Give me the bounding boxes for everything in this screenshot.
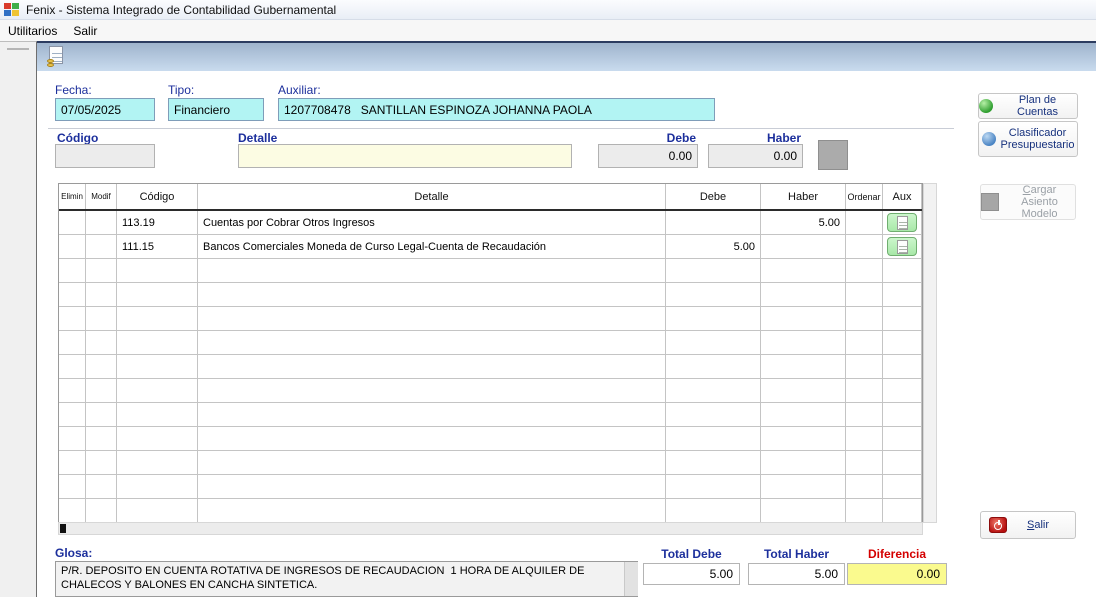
codigo-entry-input[interactable]	[55, 144, 155, 168]
auxiliar-input[interactable]: 1207708478 SANTILLAN ESPINOZA JOHANNA PA…	[278, 98, 715, 121]
table-row[interactable]: 113.19 Cuentas por Cobrar Otros Ingresos…	[59, 211, 922, 235]
title-bar: Fenix - Sistema Integrado de Contabilida…	[0, 0, 1096, 20]
debe-entry-input[interactable]: 0.00	[598, 144, 698, 168]
table-row[interactable]	[59, 379, 922, 403]
col-codigo[interactable]: Código	[117, 184, 198, 209]
table-row[interactable]	[59, 355, 922, 379]
col-haber[interactable]: Haber	[761, 184, 846, 209]
glosa-label: Glosa:	[55, 546, 93, 560]
detalle-entry-label: Detalle	[238, 131, 278, 145]
fecha-label: Fecha:	[55, 83, 92, 97]
table-row[interactable]	[59, 331, 922, 355]
table-row[interactable]	[59, 283, 922, 307]
clasificador-presupuestario-button[interactable]: Clasificador Presupuestario	[978, 121, 1078, 157]
table-row[interactable]	[59, 499, 922, 523]
total-debe-label: Total Debe	[661, 547, 722, 561]
cell-haber: 5.00	[761, 211, 846, 234]
col-aux[interactable]: Aux	[883, 184, 922, 209]
haber-entry-label: Haber	[766, 131, 801, 145]
col-modif[interactable]: Modif	[86, 184, 117, 209]
total-haber-field: 5.00	[748, 563, 845, 585]
table-row[interactable]	[59, 475, 922, 499]
table-header-row: Elimin Modif Código Detalle Debe Haber O…	[59, 184, 922, 211]
app-window: Fenix - Sistema Integrado de Contabilida…	[0, 0, 1096, 597]
left-panel[interactable]	[0, 41, 37, 597]
cell-detalle: Bancos Comerciales Moneda de Curso Legal…	[198, 235, 666, 258]
menu-salir[interactable]: Salir	[65, 22, 105, 40]
toolbar	[37, 41, 1096, 71]
notepad-icon	[896, 239, 908, 254]
diferencia-field: 0.00	[847, 563, 947, 585]
green-sphere-icon	[979, 99, 993, 113]
table-vertical-scrollbar[interactable]	[923, 183, 937, 523]
col-detalle[interactable]: Detalle	[198, 184, 666, 209]
blue-sphere-icon	[981, 132, 996, 146]
cell-detalle: Cuentas por Cobrar Otros Ingresos	[198, 211, 666, 234]
menu-utilitarios[interactable]: Utilitarios	[0, 22, 65, 40]
table-horizontal-scrollbar[interactable]	[58, 522, 923, 535]
salir-button[interactable]: Salir	[980, 511, 1076, 539]
codigo-entry-label: Código	[57, 131, 99, 145]
table-row[interactable]	[59, 427, 922, 451]
fecha-input[interactable]: 07/05/2025	[55, 98, 155, 121]
col-debe[interactable]: Debe	[666, 184, 761, 209]
table-row[interactable]	[59, 259, 922, 283]
notepad-icon	[896, 215, 908, 230]
cell-codigo: 111.15	[117, 235, 198, 258]
glosa-textarea[interactable]: P/R. DEPOSITO EN CUENTA ROTATIVA DE INGR…	[55, 561, 638, 597]
tipo-input[interactable]: Financiero	[168, 98, 264, 121]
total-debe-field: 5.00	[643, 563, 740, 585]
haber-entry-input[interactable]: 0.00	[708, 144, 803, 168]
scrollbar-thumb[interactable]	[60, 524, 66, 533]
col-elimin[interactable]: Elimin	[59, 184, 86, 209]
aux-button[interactable]	[887, 213, 917, 232]
col-ordenar[interactable]: Ordenar	[846, 184, 883, 209]
cell-codigo: 113.19	[117, 211, 198, 234]
debe-entry-label: Debe	[666, 131, 696, 145]
panel-splitter-handle[interactable]	[7, 48, 29, 50]
app-logo-icon	[4, 3, 20, 16]
total-haber-label: Total Haber	[763, 547, 830, 561]
window-title: Fenix - Sistema Integrado de Contabilida…	[26, 2, 337, 17]
cargar-asiento-modelo-button: Cargar Asiento Modelo	[980, 184, 1076, 220]
cell-haber	[761, 235, 846, 258]
power-icon	[989, 517, 1007, 533]
table-row[interactable]	[59, 307, 922, 331]
diferencia-label: Diferencia	[867, 547, 927, 561]
glosa-scrollbar[interactable]	[624, 562, 638, 596]
menu-bar: Utilitarios Salir	[0, 20, 1096, 41]
table-row[interactable]	[59, 403, 922, 427]
cell-debe: 5.00	[666, 235, 761, 258]
plan-de-cuentas-button[interactable]: Plan de Cuentas	[978, 93, 1078, 119]
auxiliar-label: Auxiliar:	[278, 83, 321, 97]
add-entry-button[interactable]	[818, 140, 848, 170]
table-row[interactable]: 111.15 Bancos Comerciales Moneda de Curs…	[59, 235, 922, 259]
separator-line	[48, 128, 954, 129]
detalle-entry-input[interactable]	[238, 144, 572, 168]
gray-square-icon	[981, 193, 999, 211]
tipo-label: Tipo:	[168, 83, 195, 97]
table-row[interactable]	[59, 451, 922, 475]
entries-table: Elimin Modif Código Detalle Debe Haber O…	[58, 183, 923, 524]
cell-debe	[666, 211, 761, 234]
aux-button[interactable]	[887, 237, 917, 256]
new-entry-document-icon[interactable]	[47, 46, 69, 68]
